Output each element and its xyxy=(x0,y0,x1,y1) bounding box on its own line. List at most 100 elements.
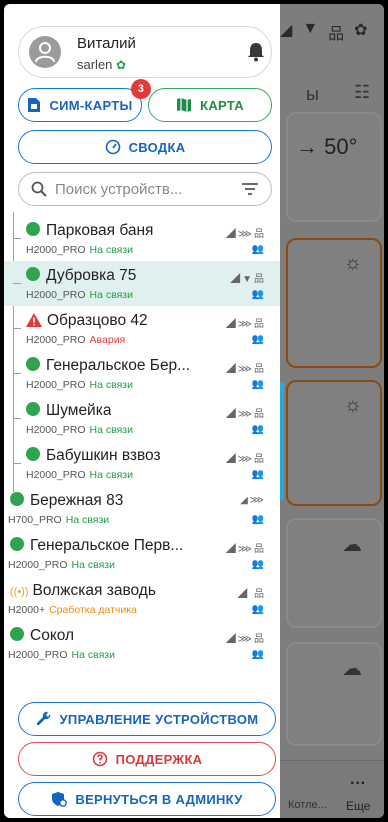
list-item[interactable]: Образцово 42 H2000_PRO Авария ◢⋙品 👥 xyxy=(4,306,280,351)
background-card[interactable]: ☁ xyxy=(286,642,382,746)
list-item[interactable]: ((•)) Волжская заводь H2000+ Сработка датч… xyxy=(4,576,280,621)
list-item[interactable]: Бабушкин взвоз H2000_PRO На связи ◢⋙品 👥 xyxy=(4,441,280,486)
list-item[interactable]: Парковая баня H2000_PRO На связи ◢⋙品 👥 xyxy=(4,216,280,261)
connection-icons: ◢⋙品 xyxy=(225,409,266,420)
users-icon: 👥 xyxy=(251,379,264,390)
device-status: Авария xyxy=(89,334,126,346)
scrollbar[interactable] xyxy=(280,382,284,500)
help-icon xyxy=(92,751,107,767)
device-name: Шумейка xyxy=(26,402,111,420)
device-name: ((•)) Волжская заводь xyxy=(10,582,156,599)
device-subtitle: H2000_PRO На связи xyxy=(26,424,133,436)
device-name: Генеральское Перв... xyxy=(10,537,222,555)
background-bottom-nav: Котле... ··· Еще xyxy=(280,760,384,818)
support-button[interactable]: ПОДДЕРЖКА xyxy=(18,742,276,776)
sensor-alert-icon: ((•)) xyxy=(10,586,29,598)
online-status-dot xyxy=(26,447,40,461)
boiler-tab-label[interactable]: Котле... xyxy=(288,799,327,811)
device-status: На связи xyxy=(65,514,110,526)
connection-icons: ◢ 品 xyxy=(237,589,266,600)
gauge-icon xyxy=(105,139,120,155)
network-icon: 品 xyxy=(328,26,345,43)
sim-cards-badge: 3 xyxy=(131,79,151,99)
list-item[interactable]: Шумейка H2000_PRO На связи ◢⋙品 👥 xyxy=(4,396,280,441)
search-input[interactable] xyxy=(55,179,225,199)
sun-icon: ☼ xyxy=(343,394,362,416)
summary-label: СВОДКА xyxy=(128,139,186,155)
sim-cards-label: СИМ-КАРТЫ xyxy=(49,97,133,113)
users-icon: 👥 xyxy=(251,289,264,300)
device-name: Образцово 42 xyxy=(26,312,148,330)
users-icon: 👥 xyxy=(251,649,264,660)
bell-icon[interactable] xyxy=(247,42,265,62)
navigation-drawer: Виталий sarlen ✿ СИМ-КАРТЫ 3 КАРТА СВОДК… xyxy=(4,4,280,818)
list-item[interactable]: Генеральское Бер... H2000_PRO На связи ◢⋙… xyxy=(4,351,280,396)
online-status-dot xyxy=(10,492,24,506)
background-label: ы xyxy=(306,84,319,104)
filter-icon[interactable] xyxy=(241,182,259,196)
warning-icon xyxy=(26,313,42,327)
sliders-icon[interactable]: ☷ xyxy=(354,82,370,103)
device-subtitle: H2000_PRO На связи xyxy=(26,244,133,256)
background-status-icons: ◢ ▼ 品 ✿ xyxy=(280,20,368,44)
support-label: ПОДДЕРЖКА xyxy=(115,751,203,767)
search-icon xyxy=(31,181,47,197)
device-subtitle: H700_PRO На связи xyxy=(8,514,110,526)
background-card[interactable]: ☁ xyxy=(286,518,382,628)
more-icon[interactable]: ··· xyxy=(350,775,366,793)
user-icon xyxy=(35,42,55,63)
admin-return-button[interactable]: ВЕРНУТЬСЯ В АДМИНКУ xyxy=(18,782,276,816)
device-status: На связи xyxy=(89,379,133,391)
device-status: На связи xyxy=(71,649,115,661)
user-name: Виталий xyxy=(77,35,136,52)
device-subtitle: H2000+ Сработка датчика xyxy=(8,604,137,616)
settings-icon[interactable]: ✿ xyxy=(354,20,367,44)
online-status-dot xyxy=(26,267,40,281)
map-button[interactable]: КАРТА xyxy=(148,88,272,122)
search-box[interactable] xyxy=(18,172,272,206)
connection-icons: ◢⋙ xyxy=(240,495,266,506)
background-value: → 50° xyxy=(296,134,358,159)
list-item[interactable]: Сокол H2000_PRO На связи ◢⋙品 👥 xyxy=(4,621,280,666)
list-item[interactable]: Бережная 83 H700_PRO На связи ◢⋙ 👥 xyxy=(4,486,280,531)
device-status: На связи xyxy=(71,559,115,571)
summary-button[interactable]: СВОДКА xyxy=(18,130,272,164)
cloud-icon: ☁ xyxy=(342,534,362,556)
admin-return-label: ВЕРНУТЬСЯ В АДМИНКУ xyxy=(75,791,243,807)
device-status: На связи xyxy=(89,244,133,256)
leaf-icon: ✿ xyxy=(116,58,127,72)
online-status-dot xyxy=(10,537,24,551)
device-name: Сокол xyxy=(10,627,74,645)
manage-device-label: УПРАВЛЕНИЕ УСТРОЙСТВОМ xyxy=(59,711,259,727)
connection-icons: ◢⋙品 xyxy=(225,364,266,375)
background-card[interactable]: ☼ xyxy=(286,380,382,506)
device-status: На связи xyxy=(89,424,133,436)
users-icon: 👥 xyxy=(251,244,264,255)
device-list[interactable]: Парковая баня H2000_PRO На связи ◢⋙品 👥 Ду… xyxy=(4,212,280,700)
signal-icon: ◢ xyxy=(280,22,293,39)
background-card[interactable] xyxy=(286,112,382,222)
online-status-dot xyxy=(26,357,40,371)
users-icon: 👥 xyxy=(251,559,264,570)
online-status-dot xyxy=(26,402,40,416)
connection-icons: ◢⋙品 xyxy=(225,634,266,645)
connection-icons: ◢⋙品 xyxy=(225,454,266,465)
wifi-icon: ▼ xyxy=(302,20,319,37)
more-tab-label[interactable]: Еще xyxy=(346,799,370,813)
list-item[interactable]: Дубровка 75 H2000_PRO На связи ◢▼品 👥 xyxy=(4,261,280,306)
manage-device-button[interactable]: УПРАВЛЕНИЕ УСТРОЙСТВОМ xyxy=(18,702,276,736)
list-item[interactable]: Генеральское Перв... H2000_PRO На связи ◢… xyxy=(4,531,280,576)
online-status-dot xyxy=(10,627,24,641)
device-subtitle: H2000_PRO На связи xyxy=(8,649,115,661)
users-icon: 👥 xyxy=(251,514,264,525)
avatar[interactable] xyxy=(29,36,61,68)
map-label: КАРТА xyxy=(200,97,244,113)
device-name: Генеральское Бер... xyxy=(26,357,222,375)
admin-icon xyxy=(52,792,68,807)
user-card[interactable]: Виталий sarlen ✿ xyxy=(18,26,272,78)
background-card[interactable]: ☼ xyxy=(286,238,382,368)
connection-icons: ◢▼品 xyxy=(230,274,266,285)
online-status-dot xyxy=(26,222,40,236)
sim-cards-button[interactable]: СИМ-КАРТЫ 3 xyxy=(18,79,151,122)
connection-icons: ◢⋙品 xyxy=(225,319,266,330)
